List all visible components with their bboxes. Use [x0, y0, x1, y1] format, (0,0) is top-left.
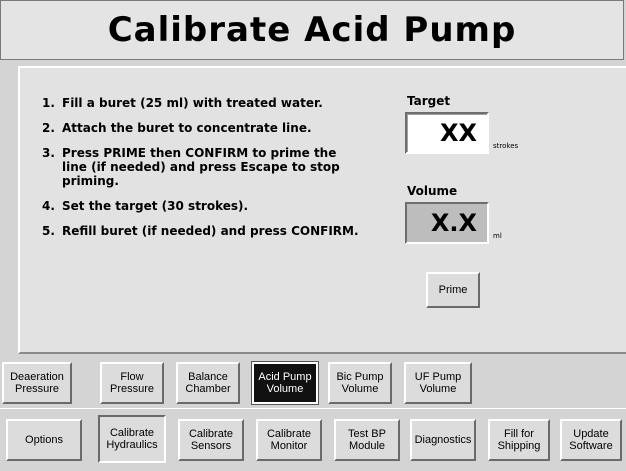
target-field[interactable]: XX: [405, 112, 489, 154]
tab-balance-chamber[interactable]: Balance Chamber: [176, 362, 240, 404]
target-label: Target: [407, 94, 451, 108]
tab-update-software[interactable]: Update Software: [560, 419, 622, 461]
tab-calibrate-monitor[interactable]: Calibrate Monitor: [256, 419, 322, 461]
tab-options[interactable]: Options: [6, 419, 82, 461]
tab-test-bp-module[interactable]: Test BP Module: [334, 419, 400, 461]
tab-calibrate-hydraulics[interactable]: Calibrate Hydraulics: [98, 415, 166, 463]
main-menu-bar: Options Calibrate Hydraulics Calibrate S…: [0, 408, 626, 471]
step-item: 5. Refill buret (if needed) and press CON…: [42, 224, 362, 238]
step-item: 3. Press PRIME then CONFIRM to prime the …: [42, 146, 362, 188]
step-text: Refill buret (if needed) and press CONFI…: [62, 224, 359, 238]
tab-fill-for-shipping[interactable]: Fill for Shipping: [488, 419, 550, 461]
volume-label: Volume: [407, 184, 458, 198]
tab-calibrate-sensors[interactable]: Calibrate Sensors: [178, 419, 244, 461]
tab-bic-pump-volume[interactable]: Bic Pump Volume: [328, 362, 392, 404]
target-unit: strokes: [493, 142, 519, 150]
step-item: 1. Fill a buret (25 ml) with treated wate…: [42, 96, 362, 110]
step-text: Set the target (30 strokes).: [62, 199, 249, 213]
tab-uf-pump-volume[interactable]: UF Pump Volume: [404, 362, 472, 404]
step-item: 4. Set the target (30 strokes).: [42, 199, 362, 213]
step-item: 2. Attach the buret to concentrate line.: [42, 121, 362, 135]
tab-flow-pressure[interactable]: Flow Pressure: [100, 362, 164, 404]
step-text: Attach the buret to concentrate line.: [62, 121, 312, 135]
calibration-tab-bar: Deaeration Pressure Flow Pressure Balanc…: [0, 354, 626, 408]
prime-button[interactable]: Prime: [426, 272, 480, 308]
tab-diagnostics[interactable]: Diagnostics: [410, 419, 476, 461]
tab-deaeration-pressure[interactable]: Deaeration Pressure: [2, 362, 72, 404]
step-text: Fill a buret (25 ml) with treated water.: [62, 96, 323, 110]
volume-unit: ml: [493, 232, 502, 240]
step-text: Press PRIME then CONFIRM to prime the li…: [62, 146, 340, 188]
volume-field: X.X: [405, 202, 489, 244]
tab-acid-pump-volume[interactable]: Acid Pump Volume: [251, 361, 319, 405]
instruction-steps: 1. Fill a buret (25 ml) with treated wate…: [42, 96, 362, 249]
instruction-panel: 1. Fill a buret (25 ml) with treated wate…: [18, 66, 626, 354]
page-title: Calibrate Acid Pump: [0, 0, 624, 60]
